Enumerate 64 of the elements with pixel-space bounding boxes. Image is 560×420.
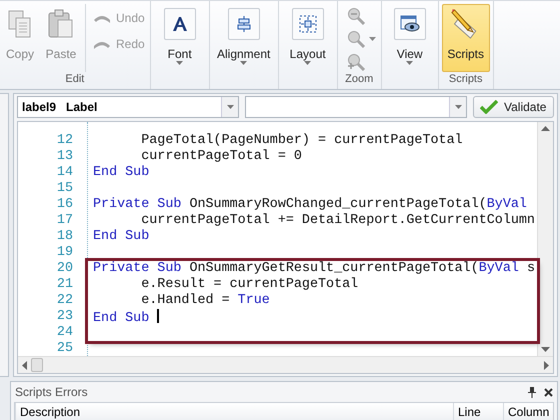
- panel-title: Scripts Errors: [15, 385, 88, 399]
- code-line: Private Sub OnSummaryGetResult_currentPageTotal(ByVal s: [92, 261, 536, 277]
- zoom-icon: [346, 30, 365, 48]
- line-number: 16: [56, 197, 74, 213]
- code-line: e.Result = currentPageTotal: [140, 277, 360, 293]
- group-label: Zoom: [344, 72, 374, 87]
- line-number: 21: [56, 277, 74, 293]
- copy-icon: [7, 9, 33, 39]
- alignment-icon: [236, 16, 251, 32]
- line-number: 24: [56, 325, 74, 341]
- caret-icon: [304, 61, 312, 65]
- checkmark-icon: [480, 100, 498, 114]
- line-number: 14: [56, 165, 74, 181]
- ribbon-button[interactable]: Alignment: [212, 4, 275, 72]
- code-line: currentPageTotal = 0: [140, 149, 303, 165]
- column-header[interactable]: Description: [15, 403, 453, 420]
- code-line: End Sub: [88, 309, 537, 325]
- horizontal-scrollbar[interactable]: [18, 356, 553, 373]
- scroll-down-icon[interactable]: [541, 347, 550, 352]
- group-label: Scripts: [448, 72, 484, 87]
- ribbon-button[interactable]: Layout: [282, 4, 334, 72]
- line-number: 13: [56, 149, 74, 165]
- code-line: currentPageTotal += DetailReport.GetCurrentColumn: [140, 213, 536, 229]
- vertical-scrollbar[interactable]: [537, 122, 553, 356]
- pin-icon[interactable]: [528, 386, 536, 398]
- zoom-out-icon: [346, 7, 365, 25]
- line-number: 19: [56, 245, 74, 261]
- scroll-right-icon[interactable]: [544, 360, 549, 370]
- code-line: End Sub: [92, 229, 150, 245]
- ribbon-button[interactable]: Font: [154, 4, 206, 72]
- line-number: 20: [56, 261, 74, 277]
- caret-icon: [454, 105, 462, 109]
- scroll-left-icon[interactable]: [22, 360, 27, 370]
- view-icon: [400, 15, 420, 33]
- code-line: PageTotal(PageNumber) = currentPageTotal: [140, 133, 464, 149]
- caret-icon: [176, 61, 184, 65]
- column-header[interactable]: Line: [453, 403, 503, 420]
- code-line: e.Handled = True: [140, 293, 271, 309]
- line-number: 23: [56, 309, 74, 325]
- line-number: 25: [56, 341, 74, 357]
- ribbon-button[interactable]: Scripts: [442, 4, 490, 72]
- scroll-thumb[interactable]: [31, 358, 43, 372]
- close-icon[interactable]: [544, 388, 553, 396]
- validate-button[interactable]: Validate: [473, 96, 554, 118]
- ribbon-button[interactable]: View: [384, 4, 435, 72]
- line-number: 12: [56, 133, 74, 149]
- zoom-in-icon: [346, 53, 365, 71]
- caret-icon: [368, 37, 376, 41]
- line-number: 22: [56, 293, 74, 309]
- clipboard-icon: [47, 9, 75, 39]
- caret-icon: [240, 61, 248, 65]
- line-number: 17: [56, 213, 74, 229]
- font-icon: [172, 16, 188, 32]
- code-line: End Sub: [92, 165, 150, 181]
- layout-icon: [298, 15, 317, 33]
- control-combo[interactable]: label9 Label: [17, 96, 239, 118]
- column-header[interactable]: Column: [503, 403, 553, 420]
- scroll-up-icon[interactable]: [541, 126, 550, 131]
- caret-icon: [406, 61, 414, 65]
- code-line: Private Sub OnSummaryRowChanged_currentPageTotal(ByVal: [92, 197, 528, 213]
- line-number: 15: [56, 181, 74, 197]
- line-number: 18: [56, 229, 74, 245]
- caret-icon: [226, 105, 234, 109]
- group-label: Edit: [64, 72, 86, 87]
